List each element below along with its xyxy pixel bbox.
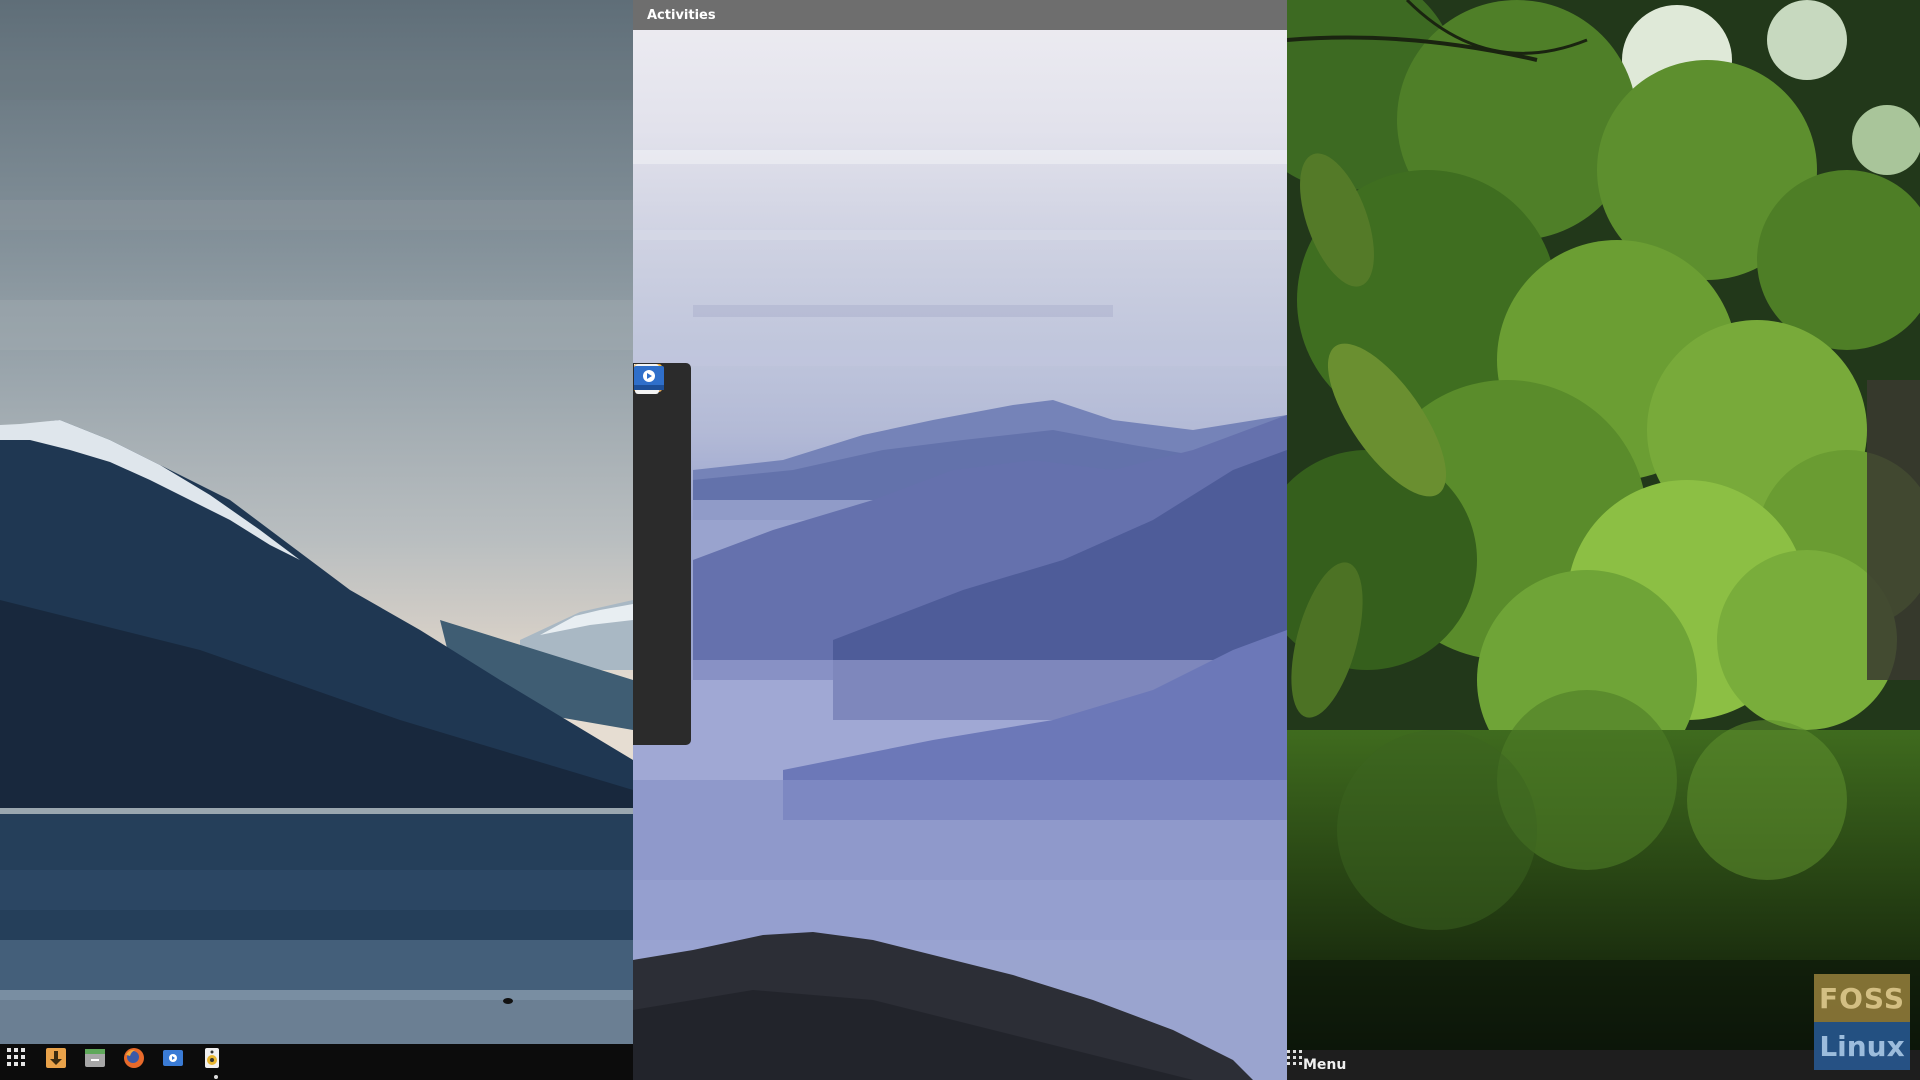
screen-recorder-icon[interactable] bbox=[162, 1047, 192, 1077]
download-arrow-icon[interactable] bbox=[45, 1047, 75, 1077]
speaker-icon[interactable] bbox=[201, 1047, 231, 1079]
watermark-linux: Linux bbox=[1814, 1022, 1910, 1070]
archive-icon[interactable] bbox=[635, 365, 682, 525]
webcam-icon[interactable] bbox=[635, 367, 682, 687]
application-dock bbox=[633, 363, 691, 745]
activities-button[interactable]: Activities bbox=[647, 8, 716, 23]
watermark-foss: FOSS bbox=[1814, 974, 1910, 1022]
menu-button[interactable]: Menu bbox=[1303, 1057, 1346, 1073]
misty-mountains-wallpaper bbox=[633, 150, 1287, 1080]
screen-recorder-icon[interactable] bbox=[634, 366, 682, 741]
wallpaper-misty-mountains-workspace: Activities bbox=[633, 0, 1287, 1080]
archive-icon[interactable] bbox=[84, 1047, 114, 1077]
wallpaper-forest-workspace: FOSS Linux Menu bbox=[1287, 0, 1920, 1080]
bottom-taskbar-left bbox=[0, 1044, 633, 1080]
activities-topbar: Activities bbox=[633, 0, 1287, 30]
fosslinux-watermark-logo: FOSS Linux bbox=[1814, 974, 1910, 1070]
running-indicator bbox=[214, 1075, 218, 1079]
firefox-icon[interactable] bbox=[635, 365, 682, 579]
firefox-icon[interactable] bbox=[123, 1047, 153, 1077]
forest-wallpaper bbox=[1287, 0, 1920, 1080]
app-grid-icon[interactable] bbox=[6, 1047, 36, 1077]
download-arrow-icon[interactable] bbox=[634, 364, 682, 471]
speaker-icon[interactable] bbox=[635, 364, 682, 633]
lake-wallpaper bbox=[0, 60, 633, 1044]
wallpaper-lake-workspace bbox=[0, 0, 633, 1080]
